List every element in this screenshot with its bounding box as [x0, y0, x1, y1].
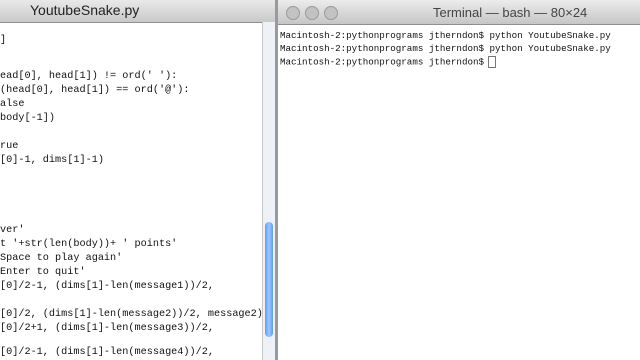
code-line: [0]/2-1, (dims[1]-len(message1))/2,	[0, 281, 214, 292]
code-line: [0]/2+1, (dims[1]-len(message3))/2,	[0, 323, 214, 334]
code-line: Space to play again'	[0, 253, 123, 264]
terminal-window: Terminal — bash — 80×24 Macintosh-2:pyth…	[278, 0, 640, 360]
terminal-prompt-line: Macintosh-2:pythonprograms jtherndon$	[280, 56, 496, 68]
code-line: rue	[0, 141, 19, 152]
terminal-line: Macintosh-2:pythonprograms jtherndon$ py…	[280, 43, 611, 54]
code-line: alse	[0, 99, 25, 110]
zoom-window-button[interactable]	[324, 6, 338, 20]
editor-scroll-thumb[interactable]	[265, 222, 273, 337]
code-line: (head[0], head[1]) == ord('@'):	[0, 85, 190, 96]
code-line: ver'	[0, 225, 25, 236]
code-line: [0]-1, dims[1]-1)	[0, 155, 104, 166]
code-editor[interactable]: ] ead[0], head[1]) != ord(' '): (head[0]…	[0, 26, 262, 360]
terminal-prompt: Macintosh-2:pythonprograms jtherndon$	[280, 56, 484, 68]
editor-titlebar[interactable]: YoutubeSnake.py	[0, 0, 275, 23]
code-line: t '+str(len(body))+ ' points'	[0, 239, 178, 250]
minimize-window-button[interactable]	[305, 6, 319, 20]
terminal-title: Terminal — bash — 80×24	[433, 5, 588, 20]
terminal-cursor	[488, 56, 496, 68]
terminal-line: Macintosh-2:pythonprograms jtherndon$ py…	[280, 30, 611, 41]
code-line: [0]/2, (dims[1]-len(message2))/2, messag…	[0, 309, 262, 320]
code-line: ead[0], head[1]) != ord(' '):	[0, 71, 178, 82]
code-line: [0]/2-1, (dims[1]-len(message4))/2,	[0, 347, 214, 358]
close-window-button[interactable]	[286, 6, 300, 20]
editor-scrollbar[interactable]	[262, 22, 275, 360]
editor-title: YoutubeSnake.py	[30, 2, 140, 18]
terminal-titlebar[interactable]: Terminal — bash — 80×24	[278, 0, 640, 25]
code-line: body[-1])	[0, 113, 56, 124]
code-line: ]	[0, 35, 7, 46]
terminal-output[interactable]: Macintosh-2:pythonprograms jtherndon$ py…	[278, 26, 640, 360]
code-line: Enter to quit'	[0, 267, 86, 278]
editor-window: YoutubeSnake.py ] ead[0], head[1]) != or…	[0, 0, 275, 360]
